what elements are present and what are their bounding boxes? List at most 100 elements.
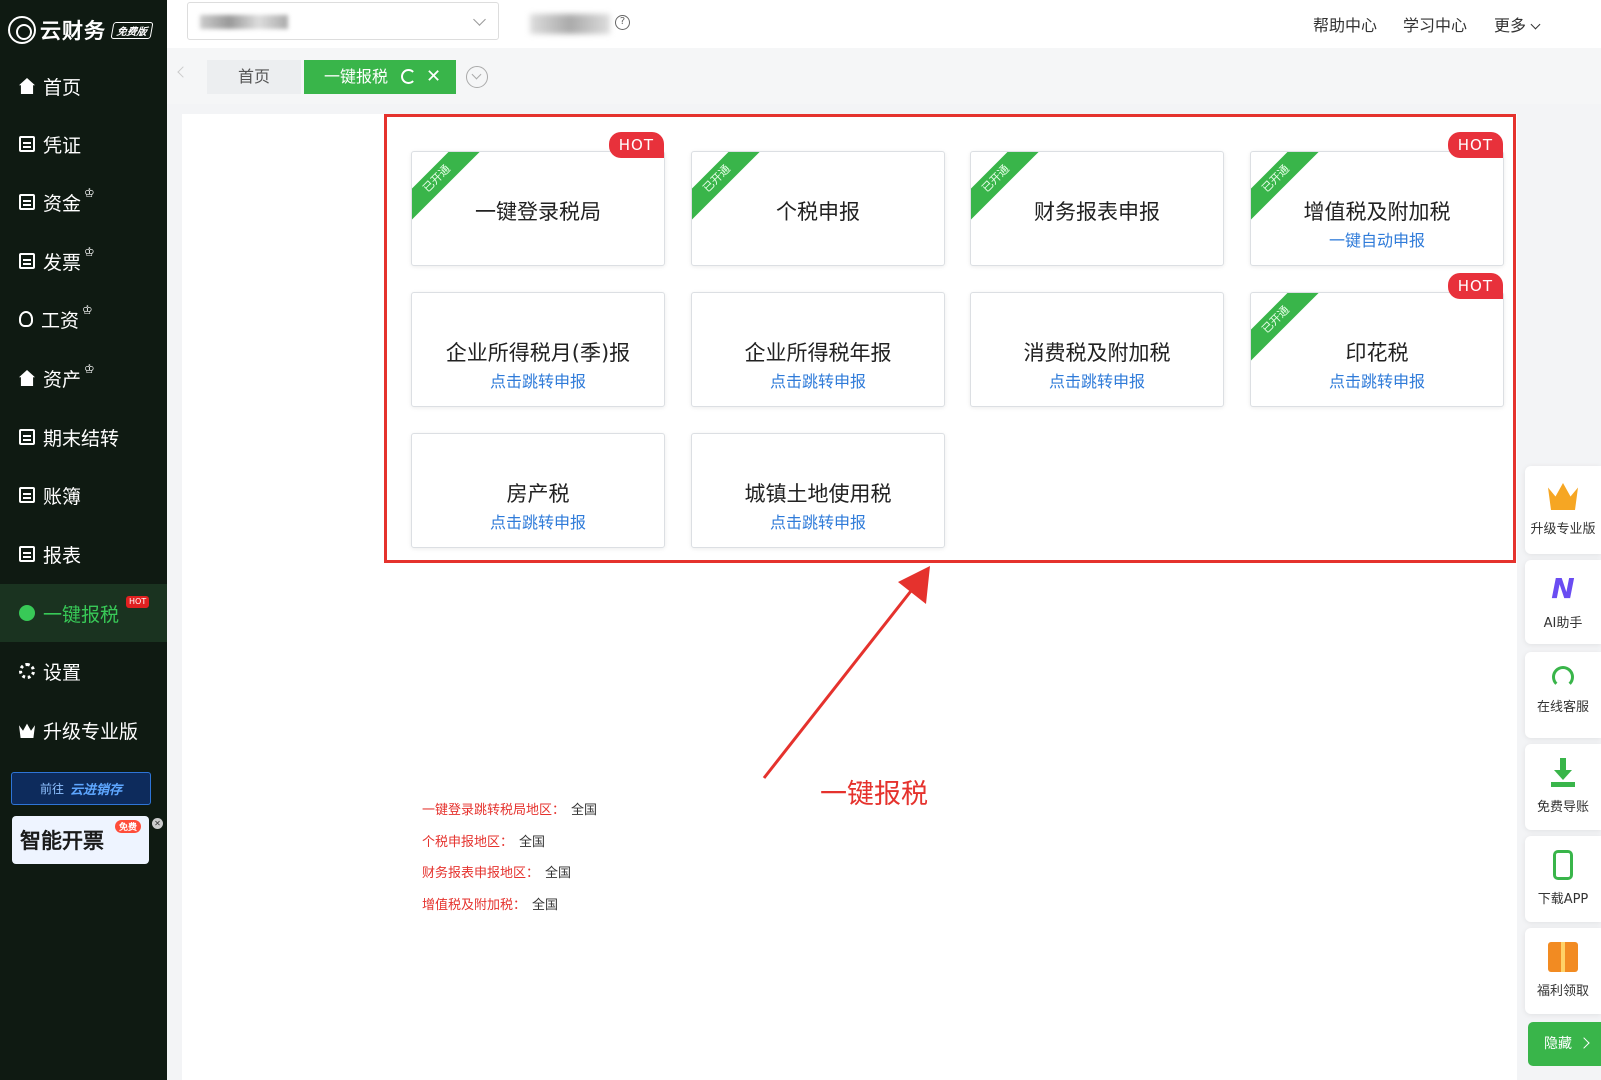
float-upgrade[interactable]: 升级专业版: [1525, 466, 1601, 554]
annotation-arrow: [762, 566, 930, 779]
smart-invoice-banner[interactable]: 智能开票 免费: [12, 816, 149, 864]
goto-jxc-banner[interactable]: 前往 云进销存: [11, 772, 151, 805]
region-key: 财务报表申报地区：: [422, 866, 540, 881]
tab-home[interactable]: 首页: [207, 60, 301, 94]
float-online-service[interactable]: 在线客服: [1525, 652, 1601, 738]
hide-button[interactable]: 隐藏: [1528, 1022, 1601, 1066]
card-property-tax[interactable]: 房产税 点击跳转申报: [411, 433, 665, 548]
float-label: 下载APP: [1537, 892, 1589, 907]
float-download-app[interactable]: 下载APP: [1525, 836, 1601, 922]
card-land-use-tax[interactable]: 城镇土地使用税 点击跳转申报: [691, 433, 945, 548]
sidebar-item-label: 资金: [43, 192, 82, 215]
crown-icon: ♔: [84, 362, 95, 376]
download-icon: [1548, 758, 1578, 788]
chevron-left-icon[interactable]: [177, 66, 189, 78]
sidebar-item-period-close[interactable]: 期末结转: [0, 408, 167, 466]
card-title: 企业所得税年报: [744, 341, 892, 365]
ledger-icon: [19, 487, 35, 503]
card-title: 城镇土地使用税: [744, 482, 892, 506]
sidebar-item-label: 资产: [43, 368, 82, 391]
chevron-right-icon: [1578, 1037, 1590, 1049]
sidebar-item-label: 升级专业版: [43, 720, 139, 743]
sidebar: 云财务 免费版 首页 凭证 资金 ♔ 发票 ♔ 工资 ♔ 资产 ♔ 期末结转 账…: [0, 0, 167, 1080]
more-menu[interactable]: 更多: [1494, 12, 1541, 36]
sidebar-item-invoice[interactable]: 发票 ♔: [0, 232, 167, 290]
card-consumption-tax[interactable]: 消费税及附加税 点击跳转申报: [970, 292, 1224, 407]
sidebar-item-label: 工资: [41, 309, 80, 332]
sidebar-item-ledger[interactable]: 账簿: [0, 466, 167, 524]
sidebar-item-label: 账簿: [43, 485, 82, 508]
region-value: 全国: [571, 803, 598, 818]
card-login-tax-bureau[interactable]: 已开通 一键登录税局 HOT: [411, 132, 665, 266]
annotation-label: 一键报税: [820, 779, 928, 810]
card-subtitle-link[interactable]: 点击跳转申报: [412, 368, 664, 392]
card-subtitle-link[interactable]: 点击跳转申报: [1251, 368, 1503, 392]
sidebar-item-report[interactable]: 报表: [0, 525, 167, 583]
card-financial-statements[interactable]: 已开通 财务报表申报: [970, 151, 1224, 266]
sidebar-item-label: 一键报税: [43, 603, 120, 626]
crown-icon: ♔: [84, 245, 95, 259]
sidebar-item-salary[interactable]: 工资 ♔: [0, 290, 167, 348]
gear-icon: [19, 663, 35, 679]
period-close-icon: [19, 429, 35, 445]
tab-label: 一键报税: [324, 67, 389, 86]
help-icon[interactable]: ?: [615, 15, 630, 30]
crown-icon: ♔: [84, 186, 95, 200]
tab-tax-filing[interactable]: 一键报税 ✕: [304, 60, 456, 94]
brand-logo[interactable]: 云财务 免费版: [8, 12, 163, 48]
region-key: 一键登录跳转税局地区：: [422, 803, 566, 818]
card-title: 印花税: [1345, 341, 1409, 365]
period-blurred: [530, 14, 610, 34]
region-row: 个税申报地区： 全国: [422, 831, 545, 850]
sidebar-item-tax[interactable]: 一键报税 HOT: [0, 584, 167, 642]
sidebar-item-label: 报表: [43, 544, 82, 567]
card-subtitle-link[interactable]: 点击跳转申报: [412, 509, 664, 533]
float-label: AI助手: [1543, 616, 1583, 631]
sidebar-item-label: 凭证: [43, 134, 82, 157]
card-subtitle-link[interactable]: 点击跳转申报: [692, 368, 944, 392]
card-personal-tax[interactable]: 已开通 个税申报: [691, 151, 945, 266]
float-free-import[interactable]: 免费导账: [1525, 744, 1601, 830]
brand-badge: 免费版: [110, 21, 154, 39]
sidebar-item-settings[interactable]: 设置: [0, 642, 167, 700]
refresh-icon[interactable]: [401, 69, 416, 84]
home-icon: [19, 78, 35, 94]
card-cit-annual[interactable]: 企业所得税年报 点击跳转申报: [691, 292, 945, 407]
help-center-link[interactable]: 帮助中心: [1313, 12, 1377, 36]
hot-badge: HOT: [126, 596, 150, 608]
learning-center-link[interactable]: 学习中心: [1403, 12, 1467, 36]
sidebar-item-voucher[interactable]: 凭证: [0, 115, 167, 173]
card-subtitle-link[interactable]: 点击跳转申报: [971, 368, 1223, 392]
region-row: 一键登录跳转税局地区： 全国: [422, 799, 597, 818]
sidebar-item-upgrade[interactable]: 升级专业版: [0, 701, 167, 759]
card-stamp-tax[interactable]: 已开通 印花税 点击跳转申报 HOT: [1250, 273, 1504, 407]
crown-icon: ♔: [82, 303, 93, 317]
hide-label: 隐藏: [1544, 1036, 1572, 1052]
logo-icon: [8, 16, 36, 44]
sidebar-item-asset[interactable]: 资产 ♔: [0, 349, 167, 407]
float-label: 升级专业版: [1530, 522, 1596, 537]
company-name-blurred: [200, 15, 288, 29]
promo-product: 云进销存: [70, 783, 123, 798]
card-title: 企业所得税月(季)报: [445, 341, 631, 365]
card-subtitle-link[interactable]: 点击跳转申报: [692, 509, 944, 533]
tabs-dropdown-icon[interactable]: [466, 66, 488, 88]
crown-icon: [19, 723, 35, 738]
company-select[interactable]: [187, 2, 499, 40]
card-vat[interactable]: 已开通 增值税及附加税 一键自动申报 HOT: [1250, 132, 1504, 266]
chevron-down-icon: [1530, 19, 1541, 30]
sidebar-item-home[interactable]: 首页: [0, 57, 167, 115]
close-icon[interactable]: ✕: [152, 818, 163, 829]
more-label: 更多: [1494, 16, 1527, 35]
float-benefits[interactable]: 福利领取: [1525, 928, 1601, 1014]
float-ai-assistant[interactable]: N AI助手: [1525, 560, 1601, 644]
sidebar-item-fund[interactable]: 资金 ♔: [0, 173, 167, 231]
close-icon[interactable]: ✕: [426, 60, 441, 94]
card-title: 增值税及附加税: [1303, 200, 1451, 224]
report-icon: [19, 546, 35, 562]
hot-badge: HOT: [1447, 273, 1503, 299]
region-key: 个税申报地区：: [422, 835, 514, 850]
card-subtitle-link[interactable]: 一键自动申报: [1251, 227, 1503, 251]
card-cit-quarterly[interactable]: 企业所得税月(季)报 点击跳转申报: [411, 292, 665, 407]
float-label: 免费导账: [1536, 800, 1589, 815]
